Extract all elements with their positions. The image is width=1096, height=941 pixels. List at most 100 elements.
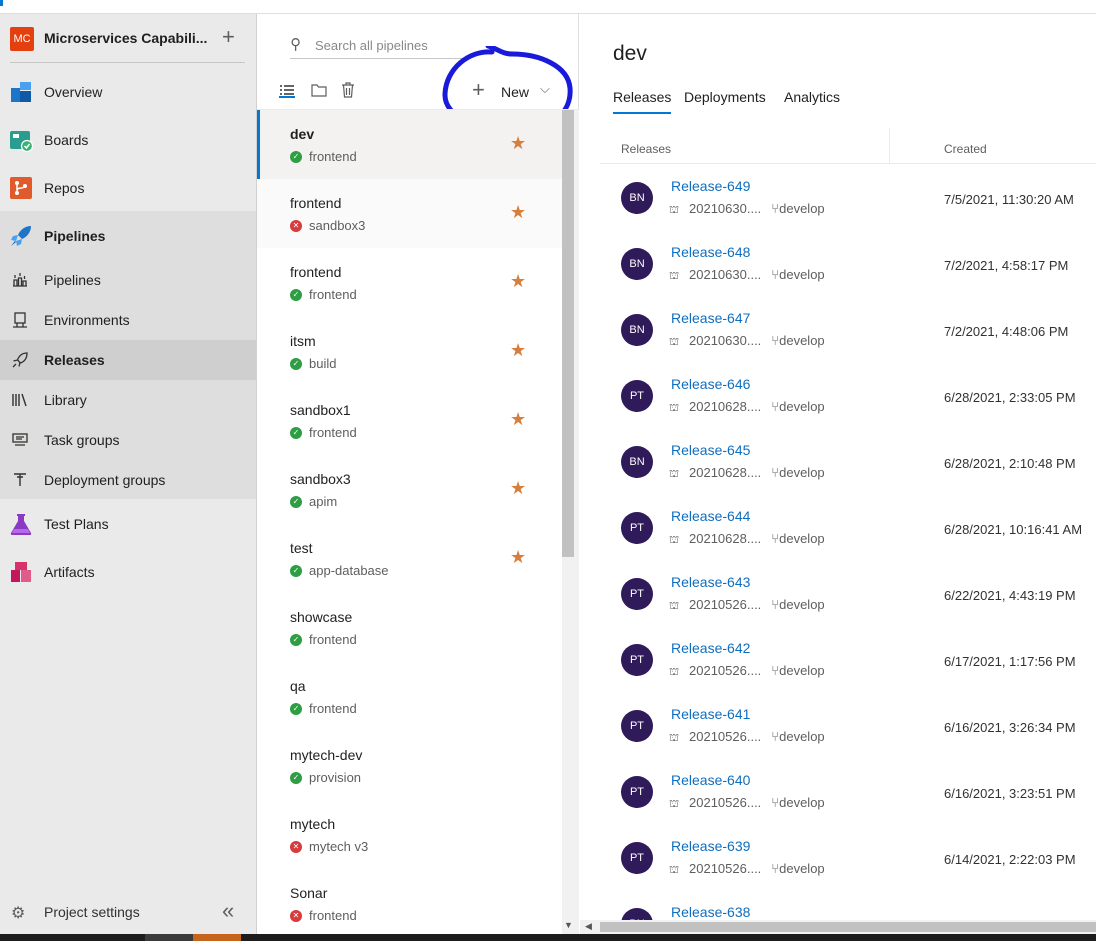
branch-name: develop <box>779 333 825 348</box>
star-icon[interactable]: ★ <box>510 409 526 430</box>
release-link[interactable]: Release-644 <box>671 508 750 524</box>
star-icon[interactable]: ★ <box>510 133 526 154</box>
pipeline-name[interactable]: frontend <box>290 195 341 211</box>
tab-deployments[interactable]: Deployments <box>684 89 766 105</box>
release-link[interactable]: Release-649 <box>671 178 750 194</box>
project-header[interactable]: MC Microservices Capabili... + <box>0 14 257 62</box>
pipeline-name[interactable]: frontend <box>290 264 341 280</box>
pipeline-name[interactable]: sandbox3 <box>290 471 351 487</box>
star-icon[interactable]: ★ <box>510 340 526 361</box>
nav-boards[interactable]: Boards <box>0 126 256 154</box>
nav-repos[interactable]: Repos <box>0 174 256 202</box>
pipeline-name[interactable]: mytech-dev <box>290 747 362 763</box>
pipeline-name[interactable]: itsm <box>290 333 316 349</box>
scroll-left-arrow-icon[interactable]: ◀ <box>585 921 592 932</box>
star-icon[interactable]: ★ <box>510 202 526 223</box>
branch-name: develop <box>779 597 825 612</box>
pipeline-stage-label: app-database <box>309 563 389 578</box>
release-link[interactable]: Release-643 <box>671 574 750 590</box>
pipeline-row[interactable]: dev ✓ frontend ★ <box>257 110 562 179</box>
nav-artifacts[interactable]: Artifacts <box>0 558 256 586</box>
star-icon[interactable]: ★ <box>510 271 526 292</box>
release-row[interactable]: PT Release-646 ⛫ 20210628.... ⑂develop 6/28/2… <box>580 372 1096 438</box>
nav-library[interactable]: Library <box>0 386 256 414</box>
trash-icon[interactable] <box>341 82 355 98</box>
search-placeholder: Search all pipelines <box>315 38 428 53</box>
column-header-releases[interactable]: Releases <box>621 142 671 156</box>
nav-pipelines-section[interactable]: Pipelines <box>0 222 256 250</box>
release-link[interactable]: Release-640 <box>671 772 750 788</box>
pipeline-name[interactable]: showcase <box>290 609 352 625</box>
release-link[interactable]: Release-638 <box>671 904 750 920</box>
pipeline-row[interactable]: qa ✓ frontend <box>257 662 562 731</box>
pipeline-row[interactable]: showcase ✓ frontend <box>257 593 562 662</box>
search-input[interactable]: ⚲ Search all pipelines <box>290 31 465 59</box>
nav-releases[interactable]: Releases <box>0 340 256 380</box>
release-row[interactable]: PT Release-644 ⛫ 20210628.... ⑂develop 6/28/2… <box>580 504 1096 570</box>
list-view-icon[interactable] <box>279 84 295 98</box>
nav-task-groups[interactable]: Task groups <box>0 426 256 454</box>
scroll-down-arrow-icon[interactable]: ▼ <box>564 920 573 930</box>
pipeline-name[interactable]: mytech <box>290 816 335 832</box>
pipeline-row[interactable]: mytech-dev ✓ provision <box>257 731 562 800</box>
release-link[interactable]: Release-646 <box>671 376 750 392</box>
nav-environments-label: Environments <box>44 312 130 328</box>
column-header-created[interactable]: Created <box>944 142 987 156</box>
pipelines-rocket-icon <box>11 226 31 246</box>
nav-pipelines[interactable]: Pipelines <box>0 266 256 294</box>
pipeline-name[interactable]: Sonar <box>290 885 327 901</box>
taskbar-item[interactable] <box>145 934 193 941</box>
release-row[interactable]: PT Release-640 ⛫ 20210526.... ⑂develop 6/16/2… <box>580 768 1096 834</box>
scrollbar-thumb[interactable] <box>600 922 1096 932</box>
new-pipeline-button[interactable]: + New ⌵ <box>472 77 556 104</box>
tab-releases[interactable]: Releases <box>613 89 672 114</box>
new-project-plus-icon[interactable]: + <box>222 25 235 49</box>
release-row[interactable]: PT Release-639 ⛫ 20210526.... ⑂develop 6/14/2… <box>580 834 1096 900</box>
taskbar-item[interactable] <box>193 934 241 941</box>
nav-test-plans[interactable]: Test Plans <box>0 510 256 538</box>
tab-analytics[interactable]: Analytics <box>784 89 840 105</box>
release-link[interactable]: Release-645 <box>671 442 750 458</box>
release-link[interactable]: Release-647 <box>671 310 750 326</box>
release-row[interactable]: PT Release-641 ⛫ 20210526.... ⑂develop 6/16/2… <box>580 702 1096 768</box>
nav-deployment-groups[interactable]: Deployment groups <box>0 466 256 494</box>
horizontal-scrollbar[interactable]: ◀ <box>580 920 1096 934</box>
pipeline-row[interactable]: Sonar ✕ frontend <box>257 869 562 934</box>
avatar: PT <box>621 710 653 742</box>
release-row[interactable]: BN Release-649 ⛫ 20210630.... ⑂develop 7/5/20… <box>580 174 1096 240</box>
release-link[interactable]: Release-648 <box>671 244 750 260</box>
pipeline-last-stage: ✓ build <box>290 356 336 371</box>
created-date: 6/14/2021, 2:22:03 PM <box>944 852 1076 867</box>
project-name[interactable]: Microservices Capabili... <box>44 30 207 46</box>
nav-overview[interactable]: Overview <box>0 78 256 106</box>
release-row[interactable]: BN Release-648 ⛫ 20210630.... ⑂develop 7/2/20… <box>580 240 1096 306</box>
release-row[interactable]: BN Release-645 ⛫ 20210628.... ⑂develop 6/28/2… <box>580 438 1096 504</box>
project-settings[interactable]: ⚙ Project settings « <box>0 894 256 930</box>
pipeline-row[interactable]: test ✓ app-database ★ <box>257 524 562 593</box>
pipeline-name[interactable]: sandbox1 <box>290 402 351 418</box>
pipeline-stage-label: apim <box>309 494 338 509</box>
release-link[interactable]: Release-639 <box>671 838 750 854</box>
column-divider[interactable] <box>889 128 890 164</box>
star-icon[interactable]: ★ <box>510 478 526 499</box>
pipeline-row[interactable]: itsm ✓ build ★ <box>257 317 562 386</box>
pipeline-name[interactable]: test <box>290 540 313 556</box>
release-row[interactable]: PT Release-643 ⛫ 20210526.... ⑂develop 6/22/2… <box>580 570 1096 636</box>
folder-icon[interactable] <box>311 83 327 97</box>
star-icon[interactable]: ★ <box>510 547 526 568</box>
release-link[interactable]: Release-642 <box>671 640 750 656</box>
pipeline-name[interactable]: dev <box>290 126 314 142</box>
pipeline-row[interactable]: mytech ✕ mytech v3 <box>257 800 562 869</box>
nav-environments[interactable]: Environments <box>0 306 256 334</box>
release-row[interactable]: BN Release-647 ⛫ 20210630.... ⑂develop 7/2/20… <box>580 306 1096 372</box>
pipeline-row[interactable]: frontend ✕ sandbox3 ★ <box>257 179 562 248</box>
pipeline-row[interactable]: sandbox1 ✓ frontend ★ <box>257 386 562 455</box>
pipeline-row[interactable]: frontend ✓ frontend ★ <box>257 248 562 317</box>
release-link[interactable]: Release-641 <box>671 706 750 722</box>
collapse-icon[interactable]: « <box>222 898 234 924</box>
scrollbar-thumb[interactable] <box>562 110 574 557</box>
release-row[interactable]: PT Release-642 ⛫ 20210526.... ⑂develop 6/17/2… <box>580 636 1096 702</box>
pipeline-list-scrollbar[interactable]: ▼ <box>562 110 579 934</box>
pipeline-row[interactable]: sandbox3 ✓ apim ★ <box>257 455 562 524</box>
pipeline-name[interactable]: qa <box>290 678 306 694</box>
